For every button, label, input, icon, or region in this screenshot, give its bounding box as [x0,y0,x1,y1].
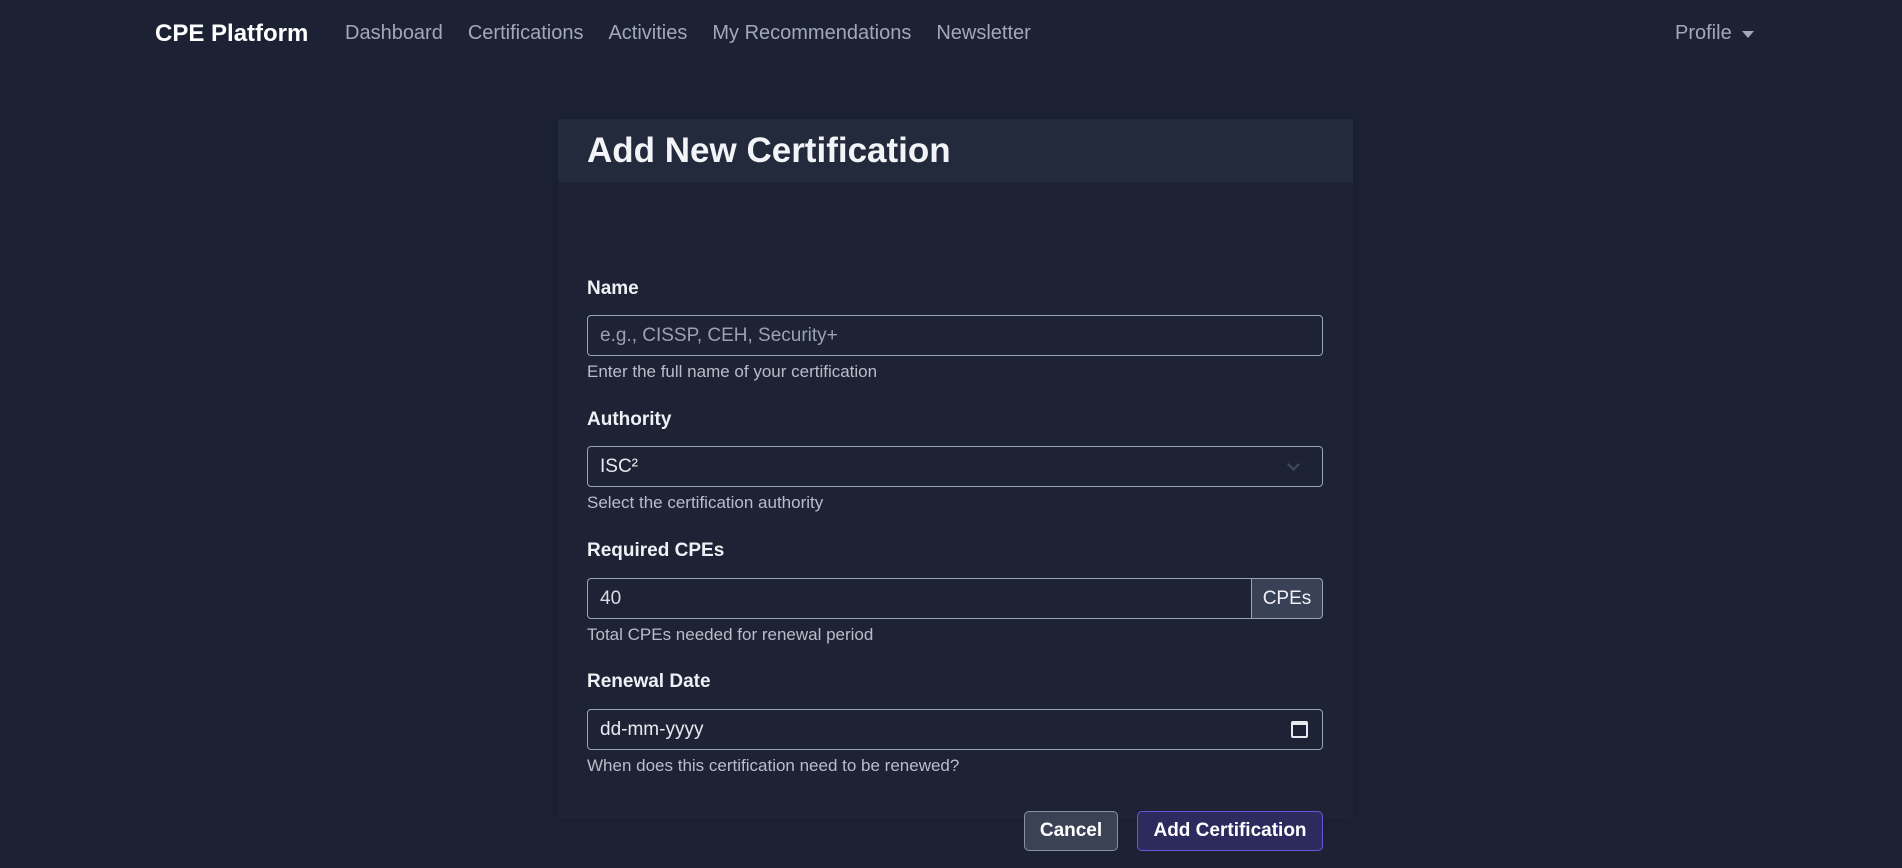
authority-select[interactable]: ISC² [587,446,1323,487]
page-title: Add New Certification [587,130,951,170]
nav-link-my-recommendations[interactable]: My Recommendations [712,22,911,45]
add-certification-button[interactable]: Add Certification [1137,811,1323,851]
authority-label: Authority [587,409,672,430]
renewal-date-help-text: When does this certification need to be … [587,756,960,775]
nav-link-dashboard[interactable]: Dashboard [345,22,443,45]
nav-link-certifications[interactable]: Certifications [468,22,584,45]
required-cpes-group: CPEs [587,578,1323,619]
name-help-text: Enter the full name of your certificatio… [587,362,878,381]
cancel-button[interactable]: Cancel [1024,811,1118,851]
nav-links: Dashboard Certifications Activities My R… [345,22,1056,45]
required-cpes-input[interactable] [587,578,1251,619]
chevron-down-icon [1287,457,1300,471]
caret-down-icon [1741,31,1754,38]
profile-label: Profile [1675,22,1732,44]
name-input[interactable] [587,315,1323,356]
calendar-icon[interactable] [1291,721,1308,738]
renewal-date-label: Renewal Date [587,671,711,692]
cpes-addon: CPEs [1251,578,1323,619]
card-header: Add New Certification [558,119,1353,182]
add-certification-card: Add New Certification Name Enter the ful… [558,119,1353,851]
navbar: CPE Platform Dashboard Certifications Ac… [0,0,1902,68]
authority-selected-value: ISC² [600,455,638,477]
nav-link-newsletter[interactable]: Newsletter [936,22,1030,45]
renewal-date-input[interactable]: dd-mm-yyyy [587,709,1323,750]
renewal-date-placeholder: dd-mm-yyyy [600,718,704,740]
required-cpes-help-text: Total CPEs needed for renewal period [587,625,874,644]
nav-link-activities[interactable]: Activities [608,22,687,45]
required-cpes-label: Required CPEs [587,540,725,561]
authority-help-text: Select the certification authority [587,493,824,512]
profile-dropdown[interactable]: Profile [1675,22,1754,45]
brand-link[interactable]: CPE Platform [155,20,308,48]
name-label: Name [587,278,639,299]
